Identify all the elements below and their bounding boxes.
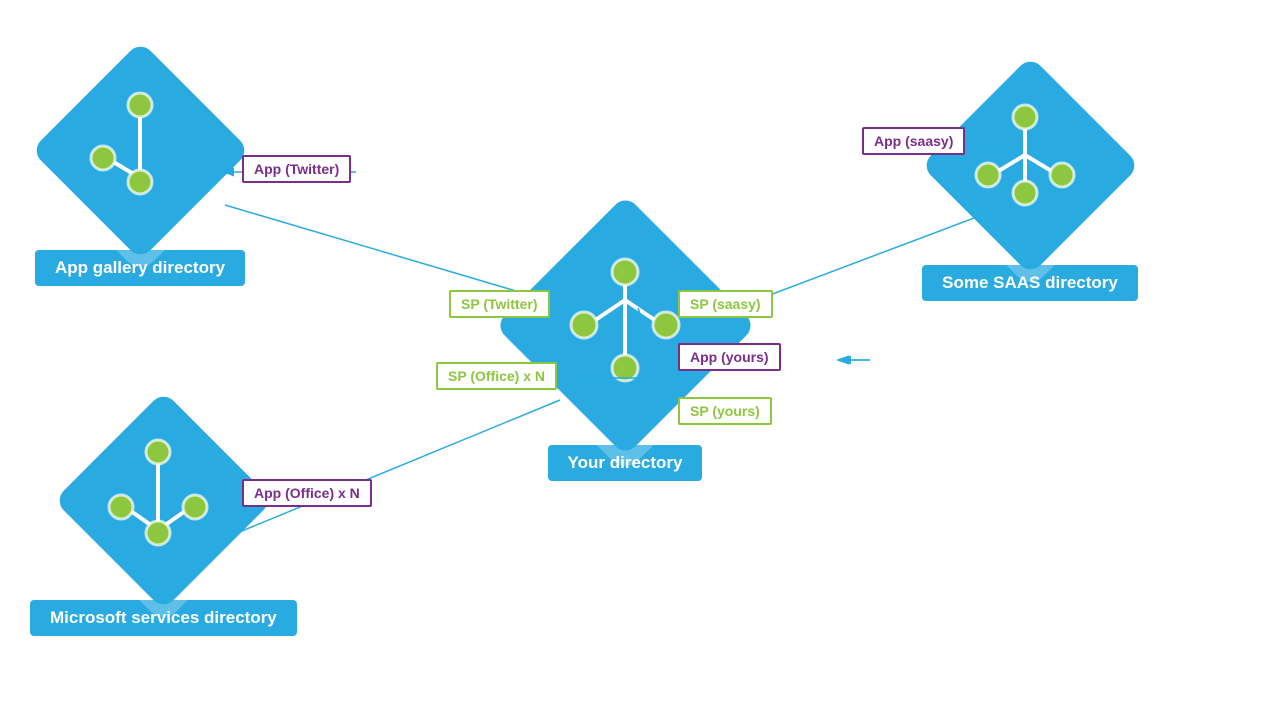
sp-office-box: SP (Office) x N (436, 362, 557, 390)
microsoft-directory: Microsoft services directory (30, 390, 297, 636)
app-gallery-directory: App gallery directory (30, 40, 250, 286)
sp-saasy-box: SP (saasy) (678, 290, 773, 318)
saas-directory: Some SAAS directory (920, 55, 1140, 301)
app-office-box: App (Office) x N (242, 479, 372, 507)
sp-twitter-box: SP (Twitter) (449, 290, 550, 318)
saas-diamond (920, 55, 1140, 275)
sp-yours-box: SP (yours) (678, 397, 772, 425)
microsoft-diamond (53, 390, 273, 610)
app-saasy-box: App (saasy) (862, 127, 965, 155)
app-twitter-box: App (Twitter) (242, 155, 351, 183)
app-gallery-diamond (30, 40, 250, 260)
app-yours-box: App (yours) (678, 343, 781, 371)
your-directory: Your directory (495, 195, 755, 481)
